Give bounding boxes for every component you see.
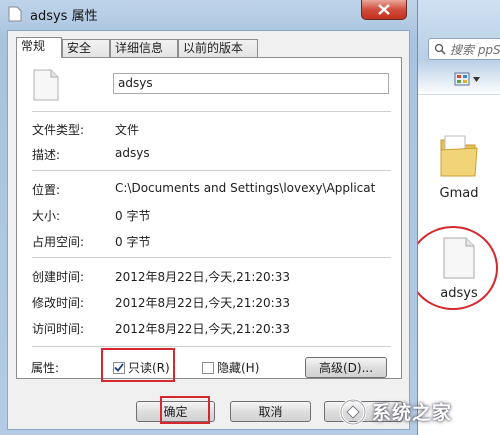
description-label: 描述: xyxy=(32,148,61,162)
view-icon xyxy=(454,72,470,86)
highlight-readonly xyxy=(101,348,175,382)
disk-size-label: 占用空间: xyxy=(32,235,85,249)
file-type-value: 文件 xyxy=(115,123,140,137)
search-icon xyxy=(434,43,446,55)
watermark: 系统之家 xyxy=(338,388,500,435)
disk-size-value: 0 字节 xyxy=(115,235,151,249)
dialog-body: 常规 安全 详细信息 以前的版本 adsys 文件类型: 文件 描述: adsy… xyxy=(7,30,410,430)
description-value: adsys xyxy=(115,146,150,160)
separator xyxy=(32,257,391,258)
accessed-value: 2012年8月22日,今天,21:20:33 xyxy=(115,322,290,336)
dialog-title: adsys 属性 xyxy=(30,9,98,24)
location-label: 位置: xyxy=(32,183,61,197)
chevron-down-icon xyxy=(473,76,480,82)
close-icon xyxy=(378,4,390,15)
separator xyxy=(32,170,391,171)
folder-item-gmad[interactable]: Gmad xyxy=(424,132,494,201)
tab-details[interactable]: 详细信息 xyxy=(110,39,178,57)
file-icon xyxy=(33,69,59,101)
search-box[interactable]: 搜索 ppStro xyxy=(428,38,500,60)
logo-icon xyxy=(339,398,367,425)
highlight-ok xyxy=(160,396,210,424)
hidden-label: 隐藏(H) xyxy=(217,361,260,375)
tab-general[interactable]: 常规 xyxy=(16,37,62,58)
checkbox-box[interactable] xyxy=(202,361,214,374)
location-value: C:\Documents and Settings\lovexy\Applica… xyxy=(115,181,376,195)
folder-icon xyxy=(440,135,478,177)
advanced-button[interactable]: 高级(D)... xyxy=(305,357,387,378)
close-button[interactable] xyxy=(361,0,407,20)
separator xyxy=(32,346,391,347)
properties-dialog: adsys 属性 常规 安全 详细信息 以前的版本 adsys 文件类型: 文件… xyxy=(0,0,418,435)
cancel-button[interactable]: 取消 xyxy=(230,401,311,422)
created-label: 创建时间: xyxy=(32,270,85,284)
separator xyxy=(32,111,391,112)
modified-value: 2012年8月22日,今天,21:20:33 xyxy=(115,296,290,310)
size-label: 大小: xyxy=(32,209,61,223)
size-value: 0 字节 xyxy=(115,209,151,223)
highlight-circle xyxy=(408,226,498,310)
modified-label: 修改时间: xyxy=(32,296,85,310)
explorer-window: 搜索 ppStro Gmad adsys xyxy=(418,0,500,435)
watermark-text: 系统之家 xyxy=(372,402,453,424)
title-bar[interactable]: adsys 属性 xyxy=(0,0,418,28)
file-name-input[interactable]: adsys xyxy=(113,73,389,94)
folder-label: Gmad xyxy=(439,186,479,201)
view-options-button[interactable] xyxy=(454,72,480,86)
hidden-checkbox[interactable]: 隐藏(H) xyxy=(202,359,259,376)
file-type-label: 文件类型: xyxy=(32,123,85,137)
tab-security[interactable]: 安全 xyxy=(62,39,110,57)
attributes-label: 属性: xyxy=(31,361,60,375)
accessed-label: 访问时间: xyxy=(32,322,85,336)
explorer-toolbar xyxy=(418,64,500,95)
search-placeholder: 搜索 ppStro xyxy=(450,42,500,57)
tab-previous-versions[interactable]: 以前的版本 xyxy=(178,39,258,57)
document-icon xyxy=(8,6,22,22)
created-value: 2012年8月22日,今天,21:20:33 xyxy=(115,270,290,284)
general-panel: adsys 文件类型: 文件 描述: adsys 位置: C:\Document… xyxy=(16,57,402,379)
